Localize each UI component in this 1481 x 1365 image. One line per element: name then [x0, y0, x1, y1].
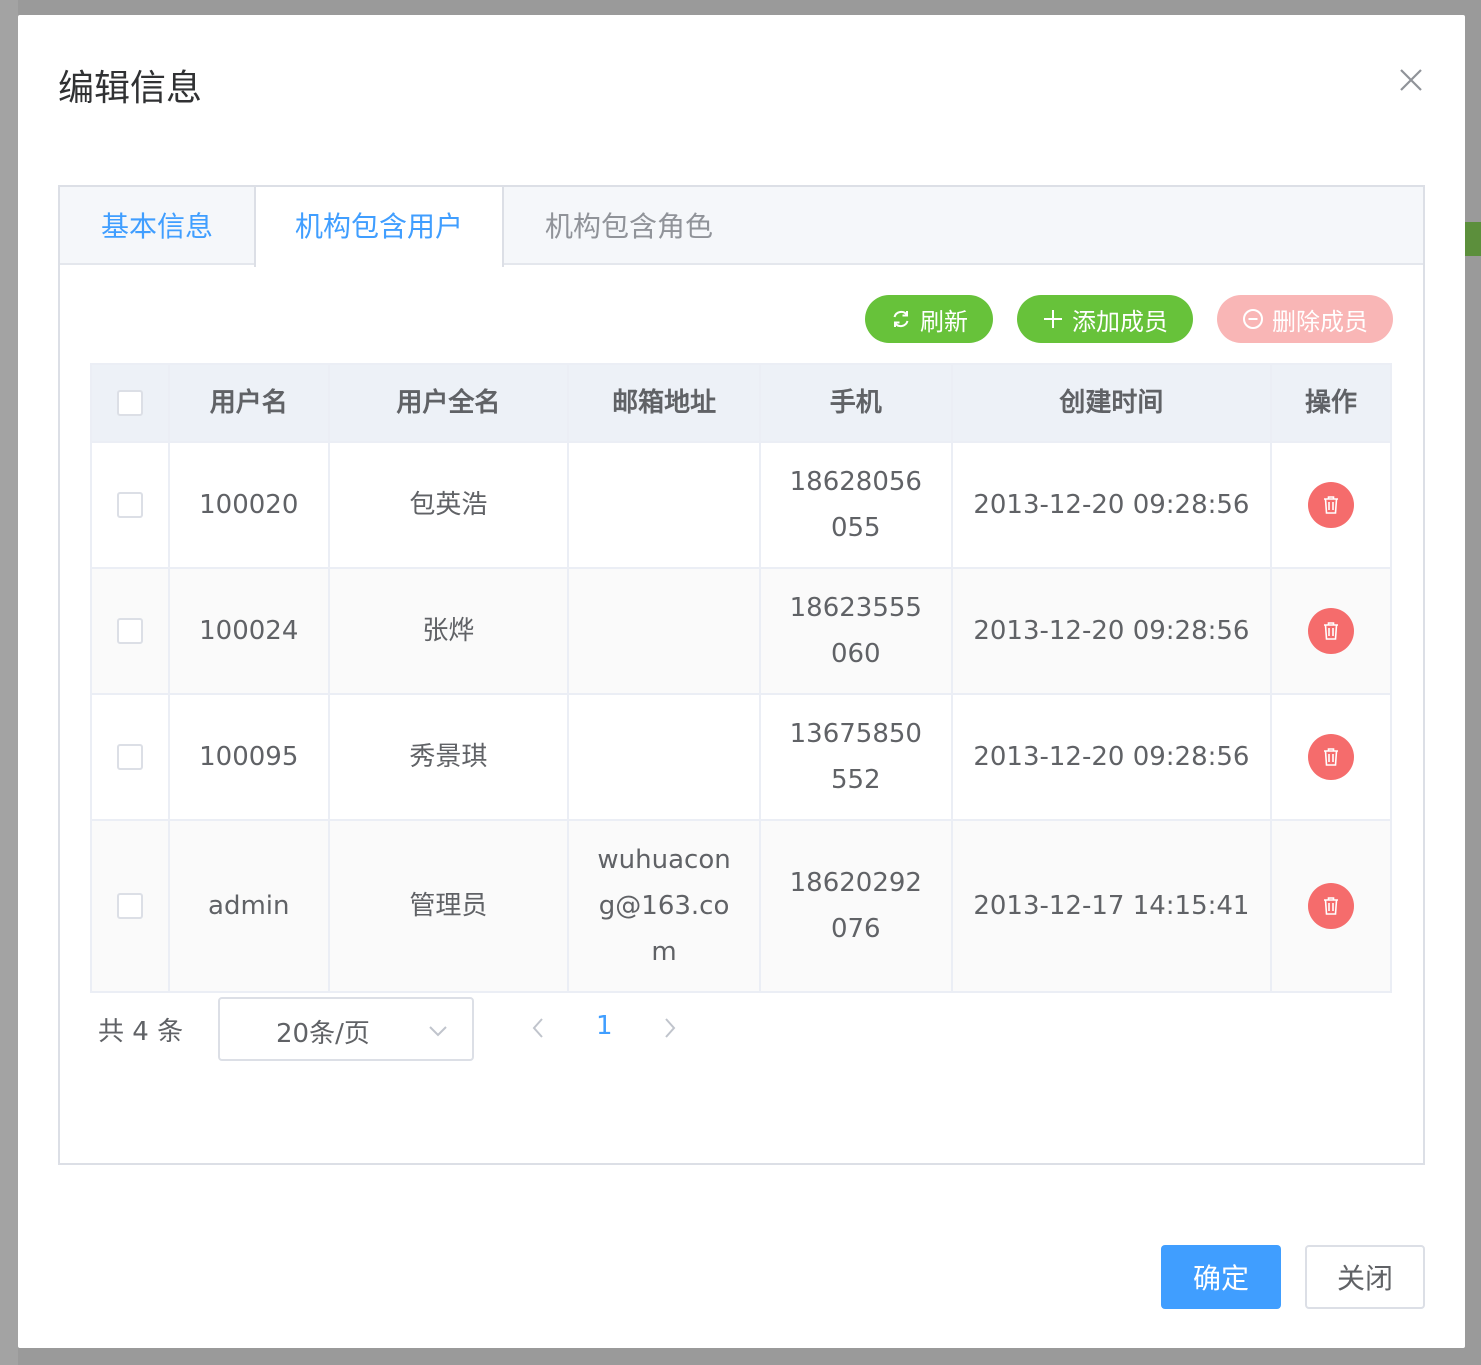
refresh-label: 刷新: [920, 307, 968, 336]
page-number-current[interactable]: 1: [596, 1011, 613, 1041]
table-row: 100024 张烨 18623555060 2013-12-20 09:28:5…: [92, 569, 1392, 695]
add-member-button[interactable]: 添加成员: [1017, 295, 1193, 343]
select-all-checkbox[interactable]: [116, 390, 143, 416]
trash-icon: [1324, 496, 1339, 514]
add-member-label: 添加成员: [1072, 307, 1168, 336]
chevron-down-icon: [426, 1019, 450, 1050]
row-checkbox[interactable]: [116, 492, 143, 518]
row-delete-button[interactable]: [1308, 482, 1355, 528]
column-header-phone[interactable]: 手机: [761, 365, 953, 441]
cell-phone: 18623555060: [789, 593, 922, 669]
background-accent: [1465, 222, 1481, 256]
cell-username: 100024: [170, 569, 330, 693]
row-delete-button[interactable]: [1308, 734, 1355, 780]
refresh-icon: [890, 308, 912, 330]
cell-username: 100020: [170, 443, 330, 567]
dialog-title: 编辑信息: [58, 68, 203, 109]
page-size-value: 20条/页: [276, 1019, 370, 1049]
cell-phone: 13675850552: [789, 719, 922, 795]
cell-username: 100095: [170, 695, 330, 819]
edit-dialog: 编辑信息 基本信息 机构包含用户 机构包含角色 刷新 添加成员 删除成员 用户名…: [18, 15, 1465, 1348]
cell-phone: 18620292076: [789, 868, 922, 944]
cell-username: admin: [170, 821, 330, 991]
plus-icon: [1042, 308, 1064, 330]
tab-org-roles[interactable]: 机构包含角色: [504, 187, 754, 265]
cell-created: 2013-12-20 09:28:56: [953, 569, 1273, 693]
cell-created: 2013-12-20 09:28:56: [953, 695, 1273, 819]
refresh-button[interactable]: 刷新: [865, 295, 993, 343]
row-checkbox[interactable]: [116, 893, 143, 919]
close-button[interactable]: 关闭: [1305, 1245, 1425, 1309]
trash-icon: [1324, 748, 1339, 766]
column-header-email[interactable]: 邮箱地址: [569, 365, 761, 441]
table-header-row: 用户名 用户全名 邮箱地址 手机 创建时间 操作: [92, 365, 1392, 443]
members-table: 用户名 用户全名 邮箱地址 手机 创建时间 操作 100020 包英浩 1862…: [90, 363, 1392, 993]
cell-created: 2013-12-17 14:15:41: [953, 821, 1273, 991]
cell-fullname: 秀景琪: [330, 695, 570, 819]
tab-org-users[interactable]: 机构包含用户: [254, 187, 504, 267]
pagination: 共 4 条 20条/页 1: [98, 997, 798, 1061]
pagination-total: 共 4 条: [98, 1017, 184, 1047]
cell-email: wuhuacong@163.com: [597, 845, 731, 967]
table-row: 100095 秀景琪 13675850552 2013-12-20 09:28:…: [92, 695, 1392, 821]
delete-member-label: 删除成员: [1272, 307, 1368, 336]
page-size-select[interactable]: 20条/页: [218, 997, 474, 1061]
row-delete-button[interactable]: [1308, 883, 1355, 929]
row-delete-button[interactable]: [1308, 608, 1355, 654]
row-checkbox[interactable]: [116, 618, 143, 644]
trash-icon: [1324, 622, 1339, 640]
row-checkbox[interactable]: [116, 744, 143, 770]
cell-created: 2013-12-20 09:28:56: [953, 443, 1273, 567]
chevron-left-icon[interactable]: [528, 1015, 548, 1045]
column-header-actions: 操作: [1272, 365, 1392, 441]
cell-fullname: 包英浩: [330, 443, 570, 567]
cell-fullname: 管理员: [330, 821, 570, 991]
table-row: 100020 包英浩 18628056055 2013-12-20 09:28:…: [92, 443, 1392, 569]
trash-icon: [1324, 897, 1339, 915]
minus-circle-icon: [1242, 308, 1264, 330]
background-sidebar: [0, 0, 18, 1365]
cell-fullname: 张烨: [330, 569, 570, 693]
tab-basic-info[interactable]: 基本信息: [60, 187, 254, 265]
table-row: admin 管理员 wuhuacong@163.com 18620292076 …: [92, 821, 1392, 993]
cell-phone: 18628056055: [789, 467, 922, 543]
column-header-username[interactable]: 用户名: [170, 365, 330, 441]
close-icon[interactable]: [1394, 63, 1428, 97]
column-header-created[interactable]: 创建时间: [953, 365, 1273, 441]
chevron-right-icon[interactable]: [660, 1015, 680, 1045]
column-header-fullname[interactable]: 用户全名: [330, 365, 570, 441]
confirm-button[interactable]: 确定: [1161, 1245, 1281, 1309]
delete-member-button[interactable]: 删除成员: [1217, 295, 1393, 343]
